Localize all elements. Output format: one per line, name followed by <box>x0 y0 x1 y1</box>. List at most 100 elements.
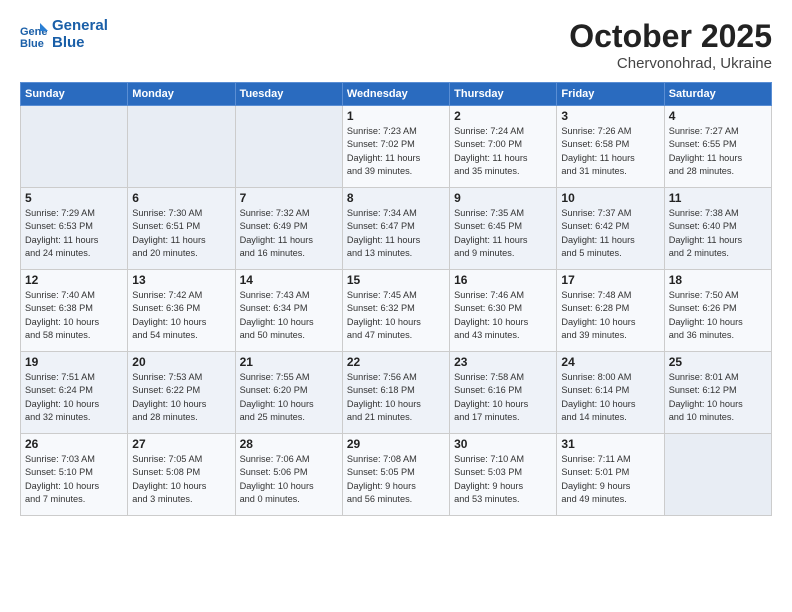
calendar-cell <box>664 434 771 516</box>
day-number: 23 <box>454 355 552 369</box>
calendar-cell: 19Sunrise: 7:51 AM Sunset: 6:24 PM Dayli… <box>21 352 128 434</box>
day-info: Sunrise: 8:00 AM Sunset: 6:14 PM Dayligh… <box>561 371 659 424</box>
calendar-cell: 15Sunrise: 7:45 AM Sunset: 6:32 PM Dayli… <box>342 270 449 352</box>
calendar-cell: 9Sunrise: 7:35 AM Sunset: 6:45 PM Daylig… <box>450 188 557 270</box>
day-info: Sunrise: 7:29 AM Sunset: 6:53 PM Dayligh… <box>25 207 123 260</box>
day-info: Sunrise: 7:51 AM Sunset: 6:24 PM Dayligh… <box>25 371 123 424</box>
day-info: Sunrise: 7:32 AM Sunset: 6:49 PM Dayligh… <box>240 207 338 260</box>
day-of-week-header: Monday <box>128 83 235 106</box>
calendar-cell: 20 Sunrise: 7:53 AM Sunset: 6:22 PM Dayli… <box>128 352 235 434</box>
page-header: General Blue General Blue October 2025 C… <box>20 18 772 72</box>
day-info: Sunrise: 7:10 AM Sunset: 5:03 PM Dayligh… <box>454 453 552 506</box>
day-of-week-header: Thursday <box>450 83 557 106</box>
day-number: 1 <box>347 109 445 123</box>
month-title: October 2025 <box>569 18 772 55</box>
calendar-cell: 4Sunrise: 7:27 AM Sunset: 6:55 PM Daylig… <box>664 106 771 188</box>
day-info: Sunrise: 7:38 AM Sunset: 6:40 PM Dayligh… <box>669 207 767 260</box>
day-info: Sunrise: 7:24 AM Sunset: 7:00 PM Dayligh… <box>454 125 552 178</box>
day-of-week-header: Tuesday <box>235 83 342 106</box>
day-info: Sunrise: 8:01 AM Sunset: 6:12 PM Dayligh… <box>669 371 767 424</box>
day-number: 31 <box>561 437 659 451</box>
calendar-cell: 6 Sunrise: 7:30 AM Sunset: 6:51 PM Daylig… <box>128 188 235 270</box>
day-info: Sunrise: 7:43 AM Sunset: 6:34 PM Dayligh… <box>240 289 338 342</box>
calendar-cell <box>235 106 342 188</box>
day-of-week-header: Saturday <box>664 83 771 106</box>
day-info: Sunrise: 7:27 AM Sunset: 6:55 PM Dayligh… <box>669 125 767 178</box>
calendar-week-row: 19Sunrise: 7:51 AM Sunset: 6:24 PM Dayli… <box>21 352 772 434</box>
day-of-week-header: Sunday <box>21 83 128 106</box>
day-of-week-header: Friday <box>557 83 664 106</box>
day-number: 2 <box>454 109 552 123</box>
day-info: Sunrise: 7:08 AM Sunset: 5:05 PM Dayligh… <box>347 453 445 506</box>
day-number: 26 <box>25 437 123 451</box>
calendar-cell: 8Sunrise: 7:34 AM Sunset: 6:47 PM Daylig… <box>342 188 449 270</box>
calendar-cell: 28 Sunrise: 7:06 AM Sunset: 5:06 PM Dayli… <box>235 434 342 516</box>
day-number: 11 <box>669 191 767 205</box>
day-number: 15 <box>347 273 445 287</box>
calendar-cell: 16Sunrise: 7:46 AM Sunset: 6:30 PM Dayli… <box>450 270 557 352</box>
day-info: Sunrise: 7:11 AM Sunset: 5:01 PM Dayligh… <box>561 453 659 506</box>
day-number: 18 <box>669 273 767 287</box>
day-number: 27 <box>132 437 230 451</box>
day-number: 12 <box>25 273 123 287</box>
calendar-cell: 26 Sunrise: 7:03 AM Sunset: 5:10 PM Dayli… <box>21 434 128 516</box>
day-info: Sunrise: 7:30 AM Sunset: 6:51 PM Dayligh… <box>132 207 230 260</box>
day-number: 24 <box>561 355 659 369</box>
day-info: Sunrise: 7:03 AM Sunset: 5:10 PM Dayligh… <box>25 453 123 506</box>
title-block: October 2025 Chervonohrad, Ukraine <box>569 18 772 72</box>
location-title: Chervonohrad, Ukraine <box>569 55 772 72</box>
calendar-cell: 3Sunrise: 7:26 AM Sunset: 6:58 PM Daylig… <box>557 106 664 188</box>
calendar-cell: 17 Sunrise: 7:48 AM Sunset: 6:28 PM Dayli… <box>557 270 664 352</box>
day-info: Sunrise: 7:37 AM Sunset: 6:42 PM Dayligh… <box>561 207 659 260</box>
calendar-cell: 31 Sunrise: 7:11 AM Sunset: 5:01 PM Dayli… <box>557 434 664 516</box>
calendar-cell: 7 Sunrise: 7:32 AM Sunset: 6:49 PM Daylig… <box>235 188 342 270</box>
logo-icon: General Blue <box>20 21 48 49</box>
logo: General Blue General Blue <box>20 18 108 51</box>
calendar-cell: 24 Sunrise: 8:00 AM Sunset: 6:14 PM Dayli… <box>557 352 664 434</box>
day-info: Sunrise: 7:42 AM Sunset: 6:36 PM Dayligh… <box>132 289 230 342</box>
calendar-cell: 23 Sunrise: 7:58 AM Sunset: 6:16 PM Dayli… <box>450 352 557 434</box>
calendar-cell: 22 Sunrise: 7:56 AM Sunset: 6:18 PM Dayli… <box>342 352 449 434</box>
calendar-cell: 2 Sunrise: 7:24 AM Sunset: 7:00 PM Daylig… <box>450 106 557 188</box>
calendar-cell: 18 Sunrise: 7:50 AM Sunset: 6:26 PM Dayli… <box>664 270 771 352</box>
day-number: 16 <box>454 273 552 287</box>
calendar-week-row: 12 Sunrise: 7:40 AM Sunset: 6:38 PM Dayli… <box>21 270 772 352</box>
svg-text:Blue: Blue <box>20 38 44 49</box>
calendar-cell: 10 Sunrise: 7:37 AM Sunset: 6:42 PM Dayli… <box>557 188 664 270</box>
calendar-week-row: 5 Sunrise: 7:29 AM Sunset: 6:53 PM Daylig… <box>21 188 772 270</box>
calendar-cell: 25 Sunrise: 8:01 AM Sunset: 6:12 PM Dayli… <box>664 352 771 434</box>
day-number: 22 <box>347 355 445 369</box>
day-info: Sunrise: 7:58 AM Sunset: 6:16 PM Dayligh… <box>454 371 552 424</box>
day-info: Sunrise: 7:06 AM Sunset: 5:06 PM Dayligh… <box>240 453 338 506</box>
day-number: 14 <box>240 273 338 287</box>
calendar: SundayMondayTuesdayWednesdayThursdayFrid… <box>20 82 772 516</box>
day-number: 30 <box>454 437 552 451</box>
calendar-cell: 11 Sunrise: 7:38 AM Sunset: 6:40 PM Dayli… <box>664 188 771 270</box>
calendar-cell: 13Sunrise: 7:42 AM Sunset: 6:36 PM Dayli… <box>128 270 235 352</box>
day-info: Sunrise: 7:55 AM Sunset: 6:20 PM Dayligh… <box>240 371 338 424</box>
day-info: Sunrise: 7:53 AM Sunset: 6:22 PM Dayligh… <box>132 371 230 424</box>
day-number: 29 <box>347 437 445 451</box>
day-info: Sunrise: 7:56 AM Sunset: 6:18 PM Dayligh… <box>347 371 445 424</box>
calendar-cell: 30 Sunrise: 7:10 AM Sunset: 5:03 PM Dayli… <box>450 434 557 516</box>
calendar-week-row: 1Sunrise: 7:23 AM Sunset: 7:02 PM Daylig… <box>21 106 772 188</box>
day-number: 9 <box>454 191 552 205</box>
day-number: 6 <box>132 191 230 205</box>
day-info: Sunrise: 7:40 AM Sunset: 6:38 PM Dayligh… <box>25 289 123 342</box>
calendar-cell: 1Sunrise: 7:23 AM Sunset: 7:02 PM Daylig… <box>342 106 449 188</box>
day-number: 8 <box>347 191 445 205</box>
day-number: 5 <box>25 191 123 205</box>
day-number: 7 <box>240 191 338 205</box>
calendar-cell: 27Sunrise: 7:05 AM Sunset: 5:08 PM Dayli… <box>128 434 235 516</box>
day-number: 25 <box>669 355 767 369</box>
day-number: 20 <box>132 355 230 369</box>
calendar-cell: 21Sunrise: 7:55 AM Sunset: 6:20 PM Dayli… <box>235 352 342 434</box>
calendar-week-row: 26 Sunrise: 7:03 AM Sunset: 5:10 PM Dayli… <box>21 434 772 516</box>
day-info: Sunrise: 7:50 AM Sunset: 6:26 PM Dayligh… <box>669 289 767 342</box>
calendar-cell: 14 Sunrise: 7:43 AM Sunset: 6:34 PM Dayli… <box>235 270 342 352</box>
calendar-cell: 12 Sunrise: 7:40 AM Sunset: 6:38 PM Dayli… <box>21 270 128 352</box>
day-number: 28 <box>240 437 338 451</box>
day-number: 17 <box>561 273 659 287</box>
day-number: 10 <box>561 191 659 205</box>
day-info: Sunrise: 7:48 AM Sunset: 6:28 PM Dayligh… <box>561 289 659 342</box>
